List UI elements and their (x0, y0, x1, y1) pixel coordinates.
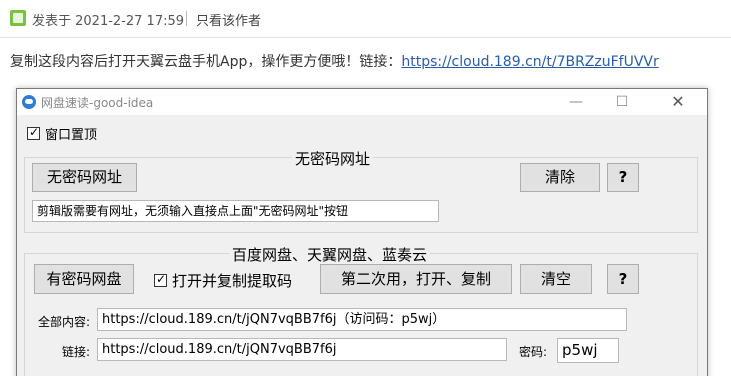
hint-field[interactable]: 剪辑版需要有网址，无须输入直接点上面"无密码网址"按钮 (32, 200, 439, 222)
empty-button[interactable]: 清空 (520, 264, 592, 294)
topmost-toggle[interactable]: 窗口置顶 (27, 124, 97, 143)
second-use-button[interactable]: 第二次用，打开、复制 (320, 264, 512, 294)
post-body-text: 复制这段内容后打开天翼云盘手机App，操作更方便哦！链接： (10, 54, 402, 70)
maximize-button[interactable]: ☐ (601, 89, 643, 115)
post-body: 复制这段内容后打开天翼云盘手机App，操作更方便哦！链接：https://clo… (10, 51, 659, 71)
topmost-checkbox[interactable] (27, 125, 40, 140)
group-no-password-title: 无密码网址 (292, 148, 374, 169)
minimize-button[interactable]: — (555, 89, 597, 115)
open-copy-code-label: 打开并复制提取码 (172, 272, 293, 290)
post-date: 发表于 2021-2-27 17:59 (32, 14, 185, 29)
help-button-1[interactable]: ? (607, 163, 639, 192)
password-field[interactable]: p5wj (557, 338, 619, 363)
password-label: 密码: (519, 345, 548, 359)
post-meta-bar: 发表于 2021-2-27 17:59 只看该作者 (0, 0, 731, 38)
window-title: 网盘速读-good-idea (41, 96, 154, 110)
group-password-drives-title: 百度网盘、天翼网盘、蓝奏云 (229, 244, 431, 265)
title-bar: 网盘速读-good-idea — ☐ ✕ (17, 89, 707, 115)
all-content-label: 全部内容: (38, 315, 91, 329)
share-link[interactable]: https://cloud.189.cn/t/7BRZzuFfUVVr (401, 54, 658, 70)
topmost-label: 窗口置顶 (45, 128, 98, 143)
app-window: 网盘速读-good-idea — ☐ ✕ 窗口置顶 无密码网址 无密码网址 清除… (16, 88, 708, 376)
post-icon (10, 10, 26, 26)
all-content-field[interactable]: https://cloud.189.cn/t/jQN7vqBB7f6j（访问码：… (97, 308, 627, 331)
no-password-url-button[interactable]: 无密码网址 (32, 163, 137, 192)
link-field[interactable]: https://cloud.189.cn/t/jQN7vqBB7f6j (97, 338, 507, 361)
only-author-link[interactable]: 只看该作者 (196, 10, 261, 29)
close-button[interactable]: ✕ (657, 89, 699, 115)
help-button-2[interactable]: ? (607, 264, 639, 294)
divider (186, 11, 187, 26)
has-password-drive-button[interactable]: 有密码网盘 (34, 264, 134, 294)
open-copy-code-checkbox[interactable] (154, 272, 167, 287)
clear-button[interactable]: 清除 (520, 163, 600, 192)
link-label: 链接: (62, 345, 91, 359)
open-copy-code-toggle[interactable]: 打开并复制提取码 (154, 270, 292, 291)
app-icon (22, 95, 36, 109)
